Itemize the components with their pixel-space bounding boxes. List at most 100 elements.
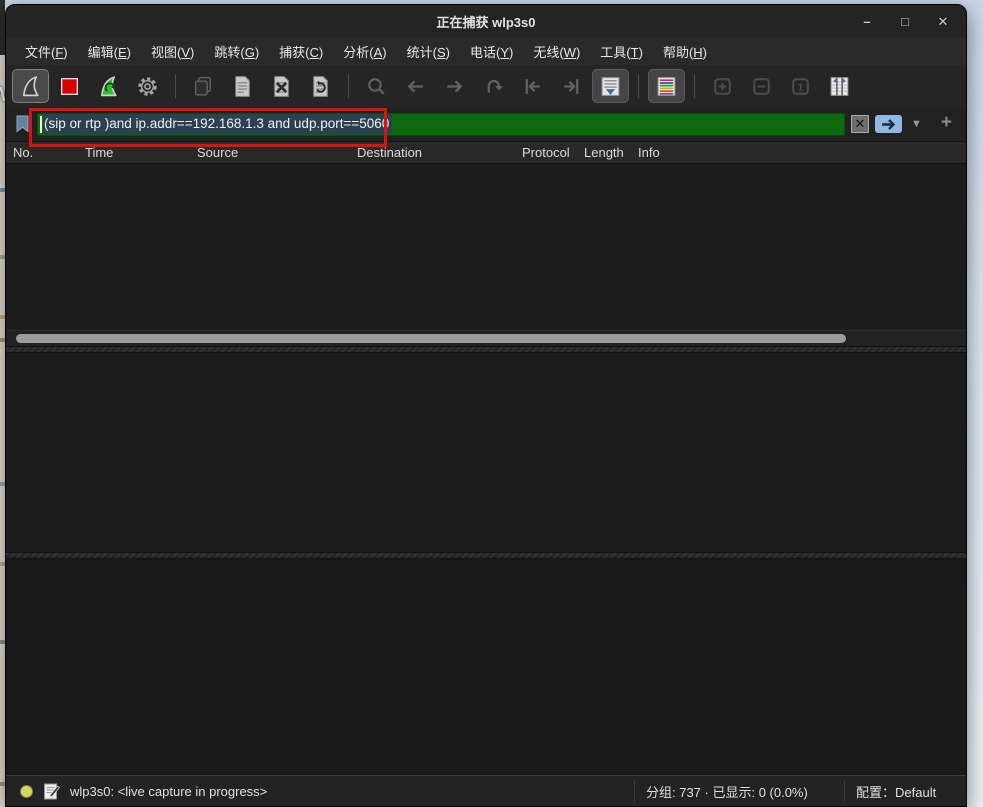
reload-file-icon xyxy=(308,74,333,99)
menu-item-t[interactable]: 工具(T) xyxy=(590,39,653,64)
close-button[interactable]: ✕ xyxy=(934,14,952,30)
resize-columns-button[interactable] xyxy=(821,69,858,103)
zoom-original-button[interactable]: 1 xyxy=(782,69,819,103)
menu-item-v[interactable]: 视图(V) xyxy=(141,39,204,64)
packet-list-pane[interactable] xyxy=(6,164,966,346)
menu-item-a[interactable]: 分析(A) xyxy=(333,39,396,64)
packet-counts-text: 分组: 737 · 已显示: 0 (0.0%) xyxy=(646,782,808,801)
open-file-icon xyxy=(191,74,216,99)
go-last-button[interactable] xyxy=(553,69,590,103)
horizontal-scrollbar-thumb[interactable] xyxy=(16,334,846,343)
colorize-button[interactable] xyxy=(648,69,685,103)
toolbar-separator xyxy=(175,74,176,98)
go-forward-button[interactable] xyxy=(436,69,473,103)
maximize-button[interactable]: □ xyxy=(896,14,914,29)
column-header-source[interactable]: Source xyxy=(197,145,238,160)
column-header-length[interactable]: Length xyxy=(584,145,624,160)
autoscroll-button[interactable] xyxy=(592,69,629,103)
close-file-icon xyxy=(269,74,294,99)
stop-capture-icon xyxy=(57,74,82,99)
go-back-button[interactable] xyxy=(397,69,434,103)
stop-capture-button[interactable] xyxy=(51,69,88,103)
pane-splitter-top[interactable] xyxy=(6,346,966,353)
start-capture-icon xyxy=(18,74,43,99)
menu-item-f[interactable]: 文件(F) xyxy=(15,39,78,64)
profile-value: Default xyxy=(895,785,936,800)
column-header-destination[interactable]: Destination xyxy=(357,145,422,160)
statusbar-divider[interactable] xyxy=(634,780,635,802)
filter-bookmark-button[interactable] xyxy=(13,114,31,134)
zoom-original-icon: 1 xyxy=(788,74,813,99)
packet-bytes-pane[interactable] xyxy=(6,559,966,775)
zoom-in-icon xyxy=(710,74,735,99)
add-filter-button[interactable]: + xyxy=(931,112,958,136)
toolbar-separator xyxy=(348,74,349,98)
capture-options-icon xyxy=(135,74,160,99)
expert-info-icon[interactable] xyxy=(20,785,33,798)
clear-filter-button[interactable]: ✕ xyxy=(851,115,869,133)
display-filter-input[interactable]: (sip or rtp )and ip.addr==192.168.1.3 an… xyxy=(37,113,845,136)
column-header-info[interactable]: Info xyxy=(638,145,660,160)
capture-options-button[interactable] xyxy=(129,69,166,103)
packet-list-header: No. Time Source Destination Protocol Length In… xyxy=(6,141,966,164)
wireshark-window: 正在捕获 wlp3s0 – □ ✕ 文件(F)编辑(E)视图(V)跳转(G)捕获… xyxy=(5,4,967,807)
apply-filter-button[interactable] xyxy=(875,115,902,133)
go-first-button[interactable] xyxy=(514,69,551,103)
save-file-button[interactable] xyxy=(224,69,261,103)
go-first-icon xyxy=(520,74,545,99)
find-packet-icon xyxy=(364,74,389,99)
statusbar-divider[interactable] xyxy=(844,780,845,802)
find-packet-button[interactable] xyxy=(358,69,395,103)
bookmark-icon xyxy=(15,115,30,133)
go-back-icon xyxy=(403,74,428,99)
text-caret xyxy=(40,116,42,133)
go-last-icon xyxy=(559,74,584,99)
minimize-button[interactable]: – xyxy=(858,14,876,29)
apply-arrow-icon xyxy=(880,118,897,131)
close-file-button[interactable] xyxy=(263,69,300,103)
menubar: 文件(F)编辑(E)视图(V)跳转(G)捕获(C)分析(A)统计(S)电话(Y)… xyxy=(6,38,966,65)
menu-item-h[interactable]: 帮助(H) xyxy=(653,39,717,64)
menu-item-s[interactable]: 统计(S) xyxy=(397,39,460,64)
horizontal-scrollbar-track[interactable] xyxy=(6,330,966,346)
filter-toolbar: (sip or rtp )and ip.addr==192.168.1.3 an… xyxy=(6,107,966,141)
svg-text:1: 1 xyxy=(798,82,804,93)
go-to-packet-icon xyxy=(481,74,506,99)
column-header-protocol[interactable]: Protocol xyxy=(522,145,570,160)
reload-file-button[interactable] xyxy=(302,69,339,103)
zoom-in-button[interactable] xyxy=(704,69,741,103)
resize-columns-icon xyxy=(827,74,852,99)
filter-dropdown-button[interactable]: ▼ xyxy=(908,118,925,130)
go-to-packet-button[interactable] xyxy=(475,69,512,103)
filter-text-selected: (sip or rtp )and ip.addr==192.168.1.3 an… xyxy=(43,114,392,134)
pane-splitter-bottom[interactable] xyxy=(6,552,966,559)
save-file-icon xyxy=(230,74,255,99)
window-title: 正在捕获 wlp3s0 xyxy=(437,12,536,31)
menu-item-e[interactable]: 编辑(E) xyxy=(78,39,141,64)
capture-comment-icon[interactable] xyxy=(43,782,60,801)
autoscroll-icon xyxy=(598,74,623,99)
go-forward-icon xyxy=(442,74,467,99)
zoom-out-button[interactable] xyxy=(743,69,780,103)
start-capture-button[interactable] xyxy=(12,69,49,103)
packet-details-pane[interactable] xyxy=(6,353,966,552)
restart-capture-button[interactable] xyxy=(90,69,127,103)
column-header-no[interactable]: No. xyxy=(13,145,33,160)
statusbar: wlp3s0: <live capture in progress> 分组: 7… xyxy=(6,775,966,806)
menu-item-g[interactable]: 跳转(G) xyxy=(204,39,269,64)
menu-item-y[interactable]: 电话(Y) xyxy=(460,39,523,64)
colorize-icon xyxy=(654,74,679,99)
profile-label: 配置： xyxy=(856,785,895,800)
window-controls: – □ ✕ xyxy=(858,5,952,38)
menu-item-c[interactable]: 捕获(C) xyxy=(269,39,333,64)
zoom-out-icon xyxy=(749,74,774,99)
column-header-time[interactable]: Time xyxy=(85,145,113,160)
menu-item-w[interactable]: 无线(W) xyxy=(523,39,590,64)
restart-capture-icon xyxy=(96,74,121,99)
main-toolbar: 1 xyxy=(6,65,966,107)
open-file-button[interactable] xyxy=(185,69,222,103)
profile-text[interactable]: 配置：Default xyxy=(856,782,936,801)
capture-status-text: wlp3s0: <live capture in progress> xyxy=(70,784,267,799)
toolbar-separator xyxy=(694,74,695,98)
titlebar[interactable]: 正在捕获 wlp3s0 – □ ✕ xyxy=(6,5,966,38)
